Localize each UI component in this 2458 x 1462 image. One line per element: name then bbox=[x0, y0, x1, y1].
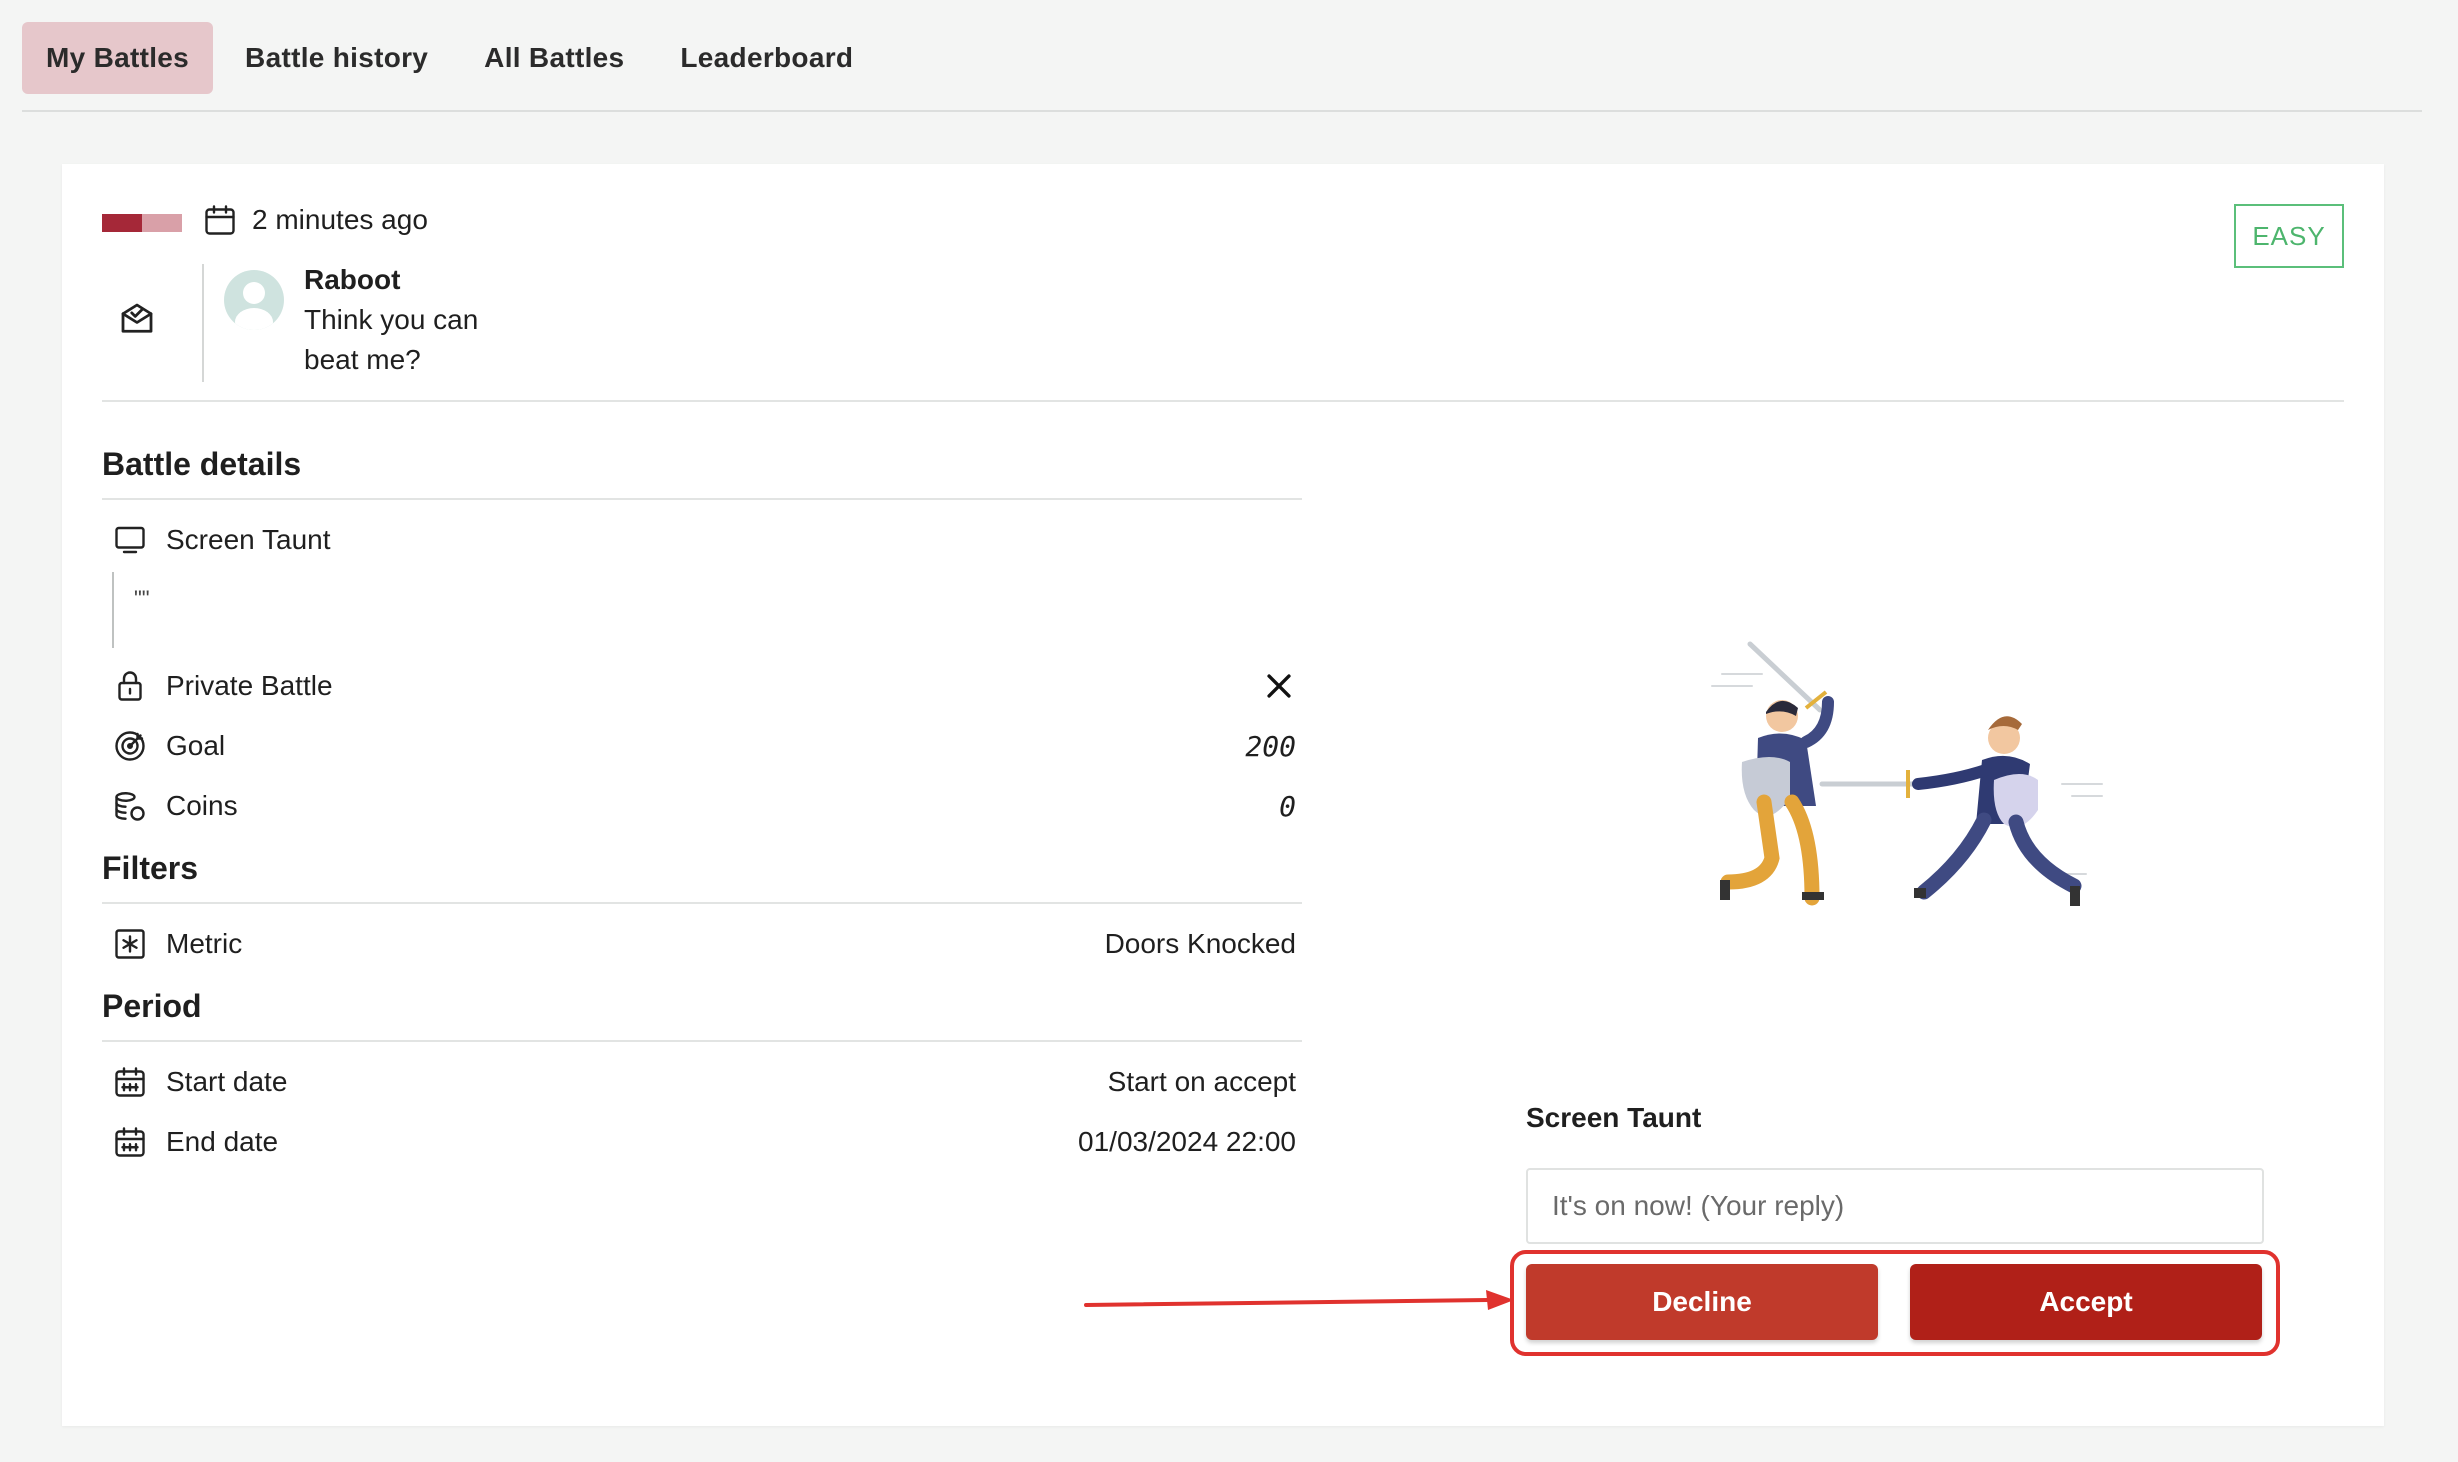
divider bbox=[102, 1040, 1302, 1042]
tab-battle-history[interactable]: Battle history bbox=[221, 22, 452, 94]
battle-tabs: My Battles Battle history All Battles Le… bbox=[22, 22, 2422, 112]
goal-row: Goal 200 bbox=[112, 724, 1296, 768]
reply-taunt-label: Screen Taunt bbox=[1526, 1102, 1702, 1133]
tab-leaderboard[interactable]: Leaderboard bbox=[656, 22, 877, 94]
coins-icon bbox=[112, 788, 148, 824]
annotation-arrow bbox=[1084, 1288, 1516, 1323]
filters-title: Filters bbox=[102, 850, 199, 886]
message-divider bbox=[202, 264, 204, 382]
close-icon bbox=[1262, 669, 1296, 703]
screen-taunt-label: Screen Taunt bbox=[166, 524, 331, 555]
difficulty-badge: EASY bbox=[2234, 204, 2344, 268]
battle-illustration bbox=[1702, 634, 2162, 954]
lock-icon bbox=[112, 668, 148, 704]
calendar-icon bbox=[202, 202, 238, 238]
calendar-range-icon bbox=[112, 1064, 148, 1100]
start-date-row: Start date Start on accept bbox=[112, 1060, 1296, 1104]
goal-value: 200 bbox=[1245, 729, 1296, 763]
battle-details-title: Battle details bbox=[102, 446, 302, 482]
battle-card: 2 minutes ago EASY Raboot Think you can … bbox=[62, 164, 2384, 1426]
end-date-row: End date 01/03/2024 22:00 bbox=[112, 1120, 1296, 1164]
monitor-icon bbox=[112, 522, 148, 558]
taunt-reply-input[interactable] bbox=[1526, 1168, 2264, 1244]
start-date-label: Start date bbox=[166, 1066, 288, 1097]
timestamp-text: 2 minutes ago bbox=[252, 204, 428, 235]
accept-button[interactable]: Accept bbox=[1910, 1264, 2262, 1340]
difficulty-bar bbox=[102, 214, 182, 232]
coins-value: 0 bbox=[1279, 789, 1296, 823]
tab-my-battles[interactable]: My Battles bbox=[22, 22, 214, 94]
end-date-value: 01/03/2024 22:00 bbox=[1078, 1126, 1296, 1157]
decline-button[interactable]: Decline bbox=[1526, 1264, 1878, 1340]
metric-value: Doors Knocked bbox=[1104, 928, 1296, 959]
coins-label: Coins bbox=[166, 790, 238, 821]
metric-label: Metric bbox=[166, 928, 243, 959]
start-date-value: Start on accept bbox=[1107, 1066, 1296, 1097]
calendar-range-icon bbox=[112, 1124, 148, 1160]
private-battle-row: Private Battle bbox=[112, 664, 1296, 708]
challenger-name: Raboot bbox=[304, 264, 401, 295]
coins-row: Coins 0 bbox=[112, 784, 1296, 828]
challenger-message: Think you can beat me? bbox=[304, 304, 479, 375]
end-date-label: End date bbox=[166, 1126, 279, 1157]
metric-icon bbox=[112, 926, 148, 962]
divider bbox=[102, 902, 1302, 904]
avatar bbox=[224, 270, 284, 330]
screen-taunt-row: Screen Taunt bbox=[112, 518, 1296, 562]
taunt-quote-bar bbox=[112, 572, 114, 648]
tab-all-battles[interactable]: All Battles bbox=[460, 22, 648, 94]
divider bbox=[102, 400, 2344, 402]
private-battle-label: Private Battle bbox=[166, 670, 333, 701]
divider bbox=[102, 498, 1302, 500]
target-icon bbox=[112, 728, 148, 764]
mail-icon bbox=[116, 298, 158, 340]
goal-label: Goal bbox=[166, 730, 226, 761]
metric-row: Metric Doors Knocked bbox=[112, 922, 1296, 966]
screen-taunt-value: "" bbox=[134, 586, 150, 611]
period-title: Period bbox=[102, 988, 202, 1024]
battle-timestamp: 2 minutes ago bbox=[202, 202, 428, 238]
